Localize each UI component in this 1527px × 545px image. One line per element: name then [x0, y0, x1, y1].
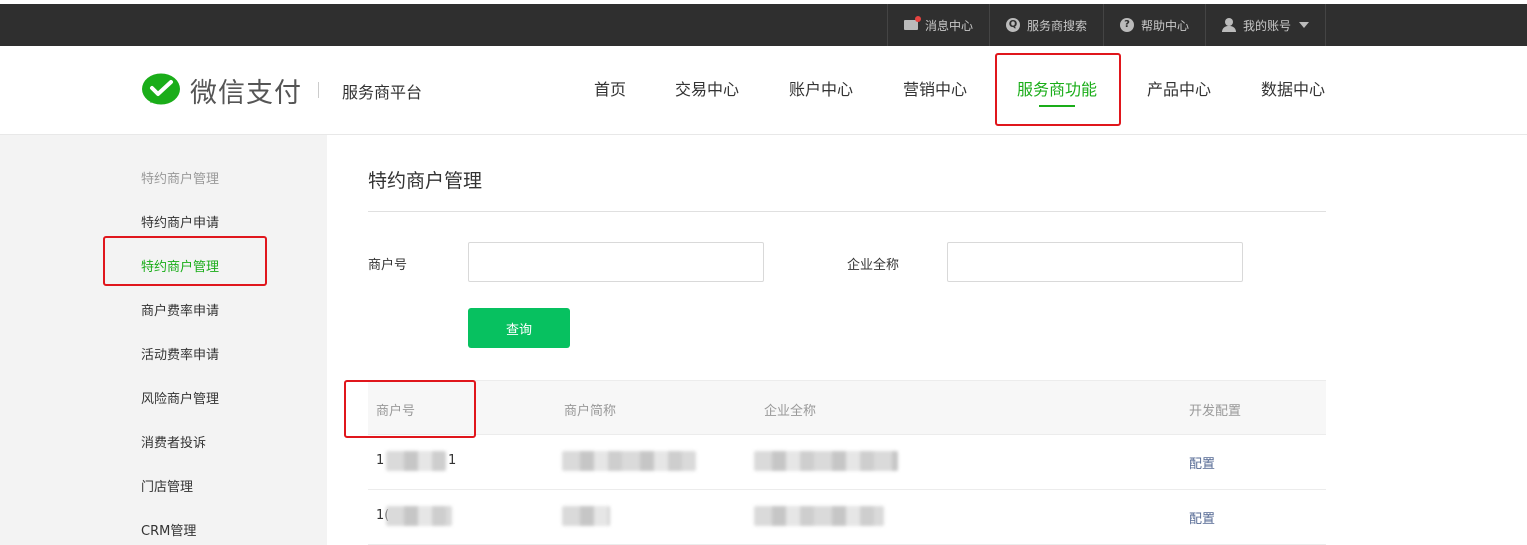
redacted-merchant-id — [386, 506, 452, 526]
message-center-label: 消息中心 — [925, 18, 974, 33]
page-title: 特约商户管理 — [368, 170, 483, 192]
merchant-id-tail: 1 — [448, 453, 457, 468]
config-link[interactable]: 配置 — [1189, 453, 1215, 472]
redacted-short-name — [562, 451, 696, 471]
company-name-label: 企业全称 — [847, 258, 900, 273]
main-header: 微信支付 服务商平台 首页 交易中心 账户中心 营销中心 服务商功能 产品中心 … — [0, 46, 1527, 135]
message-center-link[interactable]: 消息中心 — [887, 4, 989, 46]
redacted-company-name — [754, 451, 898, 471]
merchant-table: 商户号 商户简称 企业全称 开发配置 1 1 配置 1( 配置 — [368, 380, 1326, 545]
title-divider — [368, 211, 1326, 212]
chevron-down-icon — [1299, 22, 1310, 28]
search-icon: Q — [1006, 18, 1021, 32]
merchant-id-input[interactable] — [468, 242, 764, 282]
help-center-label: 帮助中心 — [1141, 18, 1190, 33]
sidebar-item-store-manage[interactable]: 门店管理 — [141, 476, 193, 495]
wechat-pay-logo[interactable]: 微信支付 — [141, 71, 302, 110]
sidebar-item-consumer-complaints[interactable]: 消费者投诉 — [141, 432, 206, 451]
wechat-pay-logo-icon — [142, 73, 180, 104]
user-icon — [1222, 18, 1237, 32]
table-row: 1( 配置 — [368, 490, 1326, 545]
query-button[interactable]: 查询 — [468, 308, 570, 348]
nav-account[interactable]: 账户中心 — [789, 76, 853, 100]
sidebar-item-merchant-apply[interactable]: 特约商户申请 — [141, 212, 219, 231]
sidebar-item-risk-merchant[interactable]: 风险商户管理 — [141, 388, 219, 407]
sidebar: 特约商户管理 特约商户申请 特约商户管理 商户费率申请 活动费率申请 风险商户管… — [0, 135, 327, 545]
table-header: 商户号 商户简称 企业全称 开发配置 — [368, 380, 1326, 435]
redacted-merchant-id — [386, 451, 446, 471]
brand-name: 微信支付 — [190, 78, 302, 109]
sidebar-item-activity-rate-apply[interactable]: 活动费率申请 — [141, 344, 219, 363]
header-dev-config: 开发配置 — [1189, 404, 1242, 419]
help-icon: ? — [1120, 18, 1135, 32]
nav-products[interactable]: 产品中心 — [1147, 76, 1211, 100]
top-utility-bar: 消息中心 Q 服务商搜索 ? 帮助中心 我的账号 — [0, 0, 1527, 46]
my-account-link[interactable]: 我的账号 — [1205, 4, 1327, 46]
nav-provider-functions[interactable]: 服务商功能 — [1017, 76, 1097, 107]
header-merchant-id: 商户号 — [376, 404, 416, 419]
top-links: 消息中心 Q 服务商搜索 ? 帮助中心 我的账号 — [887, 4, 1327, 46]
header-merchant-short-name: 商户简称 — [564, 404, 617, 419]
nav-marketing[interactable]: 营销中心 — [903, 76, 967, 100]
help-center-link[interactable]: ? 帮助中心 — [1103, 4, 1205, 46]
table-row: 1 1 配置 — [368, 435, 1326, 490]
my-account-label: 我的账号 — [1243, 18, 1292, 33]
main-content: 特约商户管理 商户号 企业全称 查询 商户号 商户简称 企业全称 开发配置 1 … — [327, 135, 1527, 545]
sidebar-item-rate-apply[interactable]: 商户费率申请 — [141, 300, 219, 319]
config-link[interactable]: 配置 — [1189, 508, 1215, 527]
nav-transactions[interactable]: 交易中心 — [675, 76, 739, 100]
company-name-input[interactable] — [947, 242, 1243, 282]
redacted-company-name — [754, 506, 884, 526]
sidebar-section-title: 特约商户管理 — [141, 172, 220, 187]
sidebar-item-crm[interactable]: CRM管理 — [141, 520, 196, 539]
provider-search-link[interactable]: Q 服务商搜索 — [989, 4, 1103, 46]
mail-icon — [904, 16, 921, 30]
header-company-name: 企业全称 — [764, 404, 817, 419]
merchant-id-label: 商户号 — [368, 258, 408, 273]
logo-divider — [318, 82, 319, 98]
redacted-short-name — [562, 506, 610, 526]
platform-label: 服务商平台 — [342, 83, 423, 102]
nav-home[interactable]: 首页 — [594, 76, 626, 100]
provider-search-label: 服务商搜索 — [1027, 18, 1088, 33]
merchant-id-cell: 1 — [376, 453, 385, 468]
sidebar-item-merchant-manage[interactable]: 特约商户管理 — [141, 256, 219, 275]
nav-data[interactable]: 数据中心 — [1261, 76, 1325, 100]
